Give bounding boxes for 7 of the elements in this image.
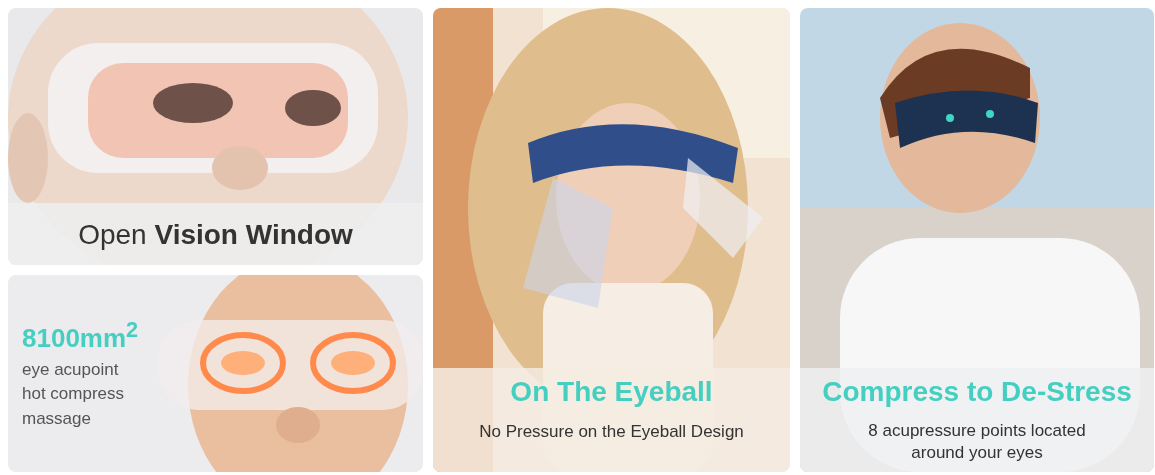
panel-title: Open Vision Window [78,219,353,251]
panel-caption: No Pressure on the Eyeball Design [479,421,744,443]
panel-caption: 8 acupressure points located around your eyes [867,420,1087,465]
panel-title: On The Eyeball [510,376,713,408]
panel-title: 8100mm$^{2}$ [22,317,139,354]
panel-title: Compress to De-Stress [822,376,1132,408]
panel-caption: eye acupoint hot compress massage [22,358,126,430]
